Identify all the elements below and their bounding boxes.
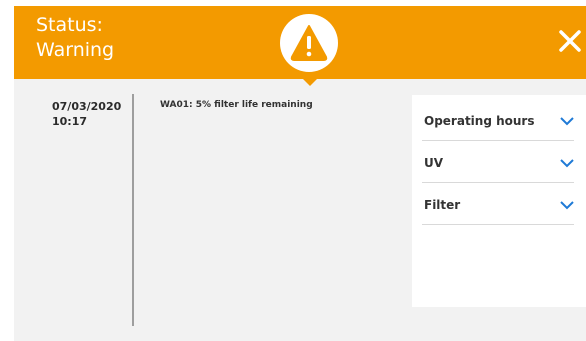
warning-triangle-icon bbox=[290, 25, 328, 61]
panel-item-label: UV bbox=[424, 156, 444, 170]
panel-item-uv[interactable]: UV bbox=[422, 145, 574, 183]
close-button[interactable] bbox=[557, 28, 583, 54]
warning-badge bbox=[280, 14, 338, 72]
panel-item-operating-hours[interactable]: Operating hours bbox=[422, 103, 574, 141]
divider bbox=[422, 140, 574, 141]
details-panel: Operating hours UV Filter bbox=[412, 95, 586, 307]
entry-message: WA01: 5% filter life remaining bbox=[160, 100, 313, 110]
status-value: Warning bbox=[36, 39, 115, 61]
panel-item-label: Operating hours bbox=[424, 114, 535, 128]
status-label: Status: bbox=[36, 14, 103, 36]
chevron-down-icon bbox=[560, 159, 574, 168]
status-title: Status: Warning bbox=[36, 13, 114, 63]
timeline-divider bbox=[132, 94, 134, 326]
chevron-down-icon bbox=[560, 201, 574, 210]
entry-date: 07/03/2020 bbox=[52, 100, 122, 113]
divider bbox=[422, 224, 574, 225]
status-header: Status: Warning bbox=[14, 6, 586, 79]
panel-item-label: Filter bbox=[424, 198, 461, 212]
close-icon bbox=[559, 30, 581, 52]
panel-item-filter[interactable]: Filter bbox=[422, 187, 574, 225]
divider bbox=[422, 182, 574, 183]
status-dialog: Status: Warning 07/03/2020 10:17 WA01: 5… bbox=[14, 6, 586, 341]
entry-timestamp: 07/03/2020 10:17 bbox=[52, 99, 130, 129]
header-pointer bbox=[302, 78, 318, 86]
entry-time: 10:17 bbox=[52, 115, 88, 128]
chevron-down-icon bbox=[560, 117, 574, 126]
